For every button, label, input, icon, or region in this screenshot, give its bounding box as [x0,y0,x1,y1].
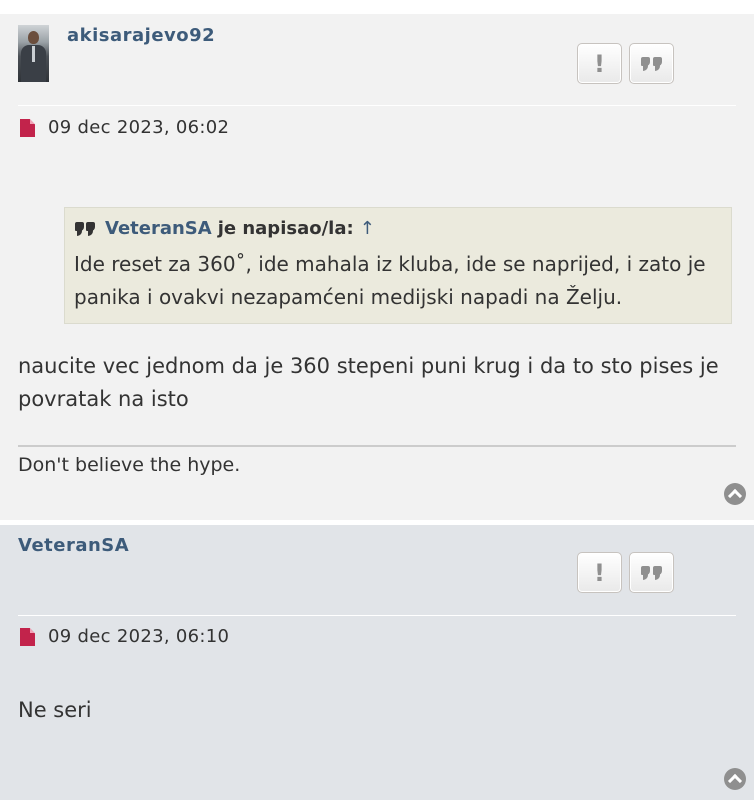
quote-button[interactable] [629,552,674,593]
quote-source-link[interactable]: ↑ [360,218,375,239]
quote-icon [75,221,95,236]
quote-suffix: je napisao/la: [217,218,354,239]
post: akisarajevo92 ! 09 dec 2023, 06:02 Veter… [0,14,754,520]
post-author[interactable]: akisarajevo92 [67,25,215,46]
signature-divider [18,445,736,447]
signature: Don't believe the hype. [18,454,241,476]
post-author[interactable]: VeteranSA [18,535,129,556]
divider [18,615,736,616]
post-date: 09 dec 2023, 06:02 [48,117,230,138]
quote-icon [641,56,662,71]
post-file-icon[interactable] [20,119,35,137]
exclamation-icon: ! [594,558,605,587]
post-file-icon[interactable] [20,628,35,646]
back-to-top-icon[interactable] [724,768,746,790]
divider [18,105,736,106]
back-to-top-icon[interactable] [724,483,746,505]
quote-author-link[interactable]: VeteranSA [105,218,212,239]
post-body: naucite vec jednom da je 360 stepeni pun… [18,354,719,411]
quote-button[interactable] [629,43,674,84]
post-body: Ne seri [18,698,92,722]
quote-icon [641,565,662,580]
exclamation-icon: ! [594,49,605,78]
post-date: 09 dec 2023, 06:10 [48,626,230,647]
report-button[interactable]: ! [577,43,622,84]
quote-header: VeteranSA je napisao/la: ↑ [75,218,375,239]
report-button[interactable]: ! [577,552,622,593]
avatar[interactable] [18,25,49,82]
blockquote: VeteranSA je napisao/la: ↑ Ide reset za … [64,207,732,324]
post: VeteranSA ! 09 dec 2023, 06:10 Ne seri [0,525,754,800]
quote-text: Ide reset za 360˚, ide mahala iz kluba, … [74,252,706,309]
